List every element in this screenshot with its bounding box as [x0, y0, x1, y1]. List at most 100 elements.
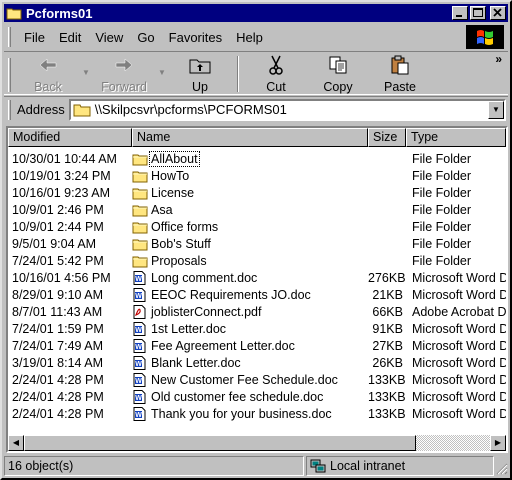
resize-grip[interactable] — [494, 456, 508, 476]
file-size: 26KB — [372, 355, 403, 370]
file-name: Fee Agreement Letter.doc — [151, 338, 295, 353]
file-type: File Folder — [412, 202, 472, 217]
file-size: 66KB — [372, 304, 403, 319]
paste-button[interactable]: Paste — [369, 52, 431, 94]
scroll-right-button[interactable]: ▶ — [490, 435, 506, 451]
file-type: File Folder — [412, 219, 472, 234]
copy-button[interactable]: Copy — [307, 52, 369, 94]
address-dropdown-button[interactable]: ▼ — [488, 100, 504, 119]
forward-button[interactable]: Forward — [93, 52, 155, 94]
file-type: File Folder — [412, 151, 472, 166]
paste-label: Paste — [384, 80, 416, 94]
up-button[interactable]: Up — [169, 52, 231, 94]
menu-view[interactable]: View — [88, 30, 130, 45]
file-row[interactable]: 8/29/01 9:10 AM W EEOC Requirements JO.doc… — [8, 286, 506, 303]
folder-icon — [132, 205, 148, 216]
file-name-cell[interactable]: W EEOC Requirements JO.doc — [130, 287, 368, 302]
file-size: 133KB — [368, 372, 406, 387]
file-row[interactable]: 10/9/01 2:44 PM Office forms File Folder — [8, 218, 506, 235]
menu-bar: File Edit View Go Favorites Help — [4, 24, 508, 50]
column-header-name[interactable]: Name — [132, 128, 368, 147]
file-name-cell[interactable]: HowTo — [130, 169, 368, 183]
file-name: EEOC Requirements JO.doc — [151, 287, 311, 302]
file-row[interactable]: 7/24/01 1:59 PM W 1st Letter.doc 91KB Micros… — [8, 320, 506, 337]
file-row[interactable]: 10/16/01 9:23 AM License File Folder — [8, 184, 506, 201]
scroll-left-button[interactable]: ◀ — [8, 435, 24, 451]
menu-go[interactable]: Go — [130, 30, 161, 45]
menu-file[interactable]: File — [17, 30, 52, 45]
file-row[interactable]: 8/7/01 11:43 AM joblisterConnect.pdf 66KB A… — [8, 303, 506, 320]
file-name-cell[interactable]: License — [130, 186, 368, 200]
file-row[interactable]: 7/24/01 5:42 PM Proposals File Folder — [8, 252, 506, 269]
forward-dropdown[interactable]: ▼ — [155, 52, 169, 77]
menu-edit[interactable]: Edit — [52, 30, 88, 45]
folder-icon — [132, 188, 148, 199]
maximize-button[interactable] — [470, 6, 486, 20]
file-name-cell[interactable]: AllAbout — [130, 150, 368, 167]
title-bar[interactable]: Pcforms01 — [4, 4, 508, 22]
svg-text:W: W — [135, 378, 142, 385]
column-header-size[interactable]: Size — [368, 128, 406, 147]
word-doc-icon: W — [133, 406, 146, 421]
column-header-modified[interactable]: Modified — [8, 128, 132, 147]
file-name-cell[interactable]: W 1st Letter.doc — [130, 321, 368, 336]
horizontal-scrollbar[interactable]: ◀ ▶ — [8, 435, 506, 451]
file-row[interactable]: 2/24/01 4:28 PM W Old customer fee schedul… — [8, 388, 506, 405]
file-row[interactable]: 3/19/01 8:14 AM W Blank Letter.doc 26KB Micr… — [8, 354, 506, 371]
file-name-cell[interactable]: Asa — [130, 203, 368, 217]
address-input[interactable]: \\Skilpcsvr\pcforms\PCFORMS01 ▼ — [68, 98, 506, 121]
file-row[interactable]: 9/5/01 9:04 AM Bob's Stuff File Folder — [8, 235, 506, 252]
file-name-cell[interactable]: W New Customer Fee Schedule.doc — [130, 372, 368, 387]
file-name-cell[interactable]: Proposals — [130, 254, 368, 268]
file-row[interactable]: 10/19/01 3:24 PM HowTo File Folder — [8, 167, 506, 184]
file-name: AllAbout — [149, 150, 200, 167]
cut-button[interactable]: Cut — [245, 52, 307, 94]
file-row[interactable]: 10/30/01 10:44 AM AllAbout File Folder — [8, 150, 506, 167]
file-size: 133KB — [368, 389, 406, 404]
file-modified: 10/30/01 10:44 AM — [12, 151, 117, 166]
file-name-cell[interactable]: Office forms — [130, 220, 368, 234]
folder-icon — [132, 154, 148, 165]
up-label: Up — [192, 80, 208, 94]
scroll-track[interactable] — [24, 435, 490, 451]
word-doc-icon: W — [133, 270, 146, 285]
file-name: License — [151, 185, 195, 200]
copy-icon — [329, 56, 347, 74]
column-header-type[interactable]: Type — [406, 128, 506, 147]
file-type: Microsoft Word D — [412, 338, 506, 353]
file-name-cell[interactable]: joblisterConnect.pdf — [130, 304, 368, 319]
file-name-cell[interactable]: W Thank you for your business.doc — [130, 406, 368, 421]
close-button[interactable] — [490, 6, 506, 20]
word-doc-icon: W — [133, 389, 146, 404]
svg-text:W: W — [135, 327, 142, 334]
status-zone: Local intranet — [306, 456, 494, 476]
word-doc-icon: W — [133, 287, 146, 302]
menu-grip[interactable] — [8, 27, 11, 47]
file-row[interactable]: 2/24/01 4:28 PM W New Customer Fee Schedul… — [8, 371, 506, 388]
toolbar-grip[interactable] — [8, 58, 11, 92]
file-size: 21KB — [372, 287, 403, 302]
file-list[interactable]: Modified Name Size Type 10/30/01 10:44 A… — [6, 126, 508, 453]
file-name-cell[interactable]: W Blank Letter.doc — [130, 355, 368, 370]
file-modified: 7/24/01 1:59 PM — [12, 321, 104, 336]
file-name-cell[interactable]: Bob's Stuff — [130, 237, 368, 251]
word-doc-icon: W — [133, 338, 146, 353]
file-name-cell[interactable]: W Fee Agreement Letter.doc — [130, 338, 368, 353]
address-value: \\Skilpcsvr\pcforms\PCFORMS01 — [94, 102, 287, 117]
menu-help[interactable]: Help — [229, 30, 270, 45]
back-dropdown[interactable]: ▼ — [79, 52, 93, 77]
file-row[interactable]: 10/9/01 2:46 PM Asa File Folder — [8, 201, 506, 218]
file-row[interactable]: 7/24/01 7:49 AM W Fee Agreement Letter.doc… — [8, 337, 506, 354]
file-name-cell[interactable]: W Long comment.doc — [130, 270, 368, 285]
address-grip[interactable] — [8, 99, 11, 120]
file-row[interactable]: 10/16/01 4:56 PM W Long comment.doc 276KB Mi… — [8, 269, 506, 286]
scroll-thumb[interactable] — [24, 435, 416, 451]
file-name-cell[interactable]: W Old customer fee schedule.doc — [130, 389, 368, 404]
file-modified: 10/9/01 2:44 PM — [12, 219, 104, 234]
file-row[interactable]: 2/24/01 4:28 PM W Thank you for your busin… — [8, 405, 506, 422]
toolbar-more-button[interactable]: » — [495, 52, 502, 66]
menu-favorites[interactable]: Favorites — [162, 30, 229, 45]
minimize-button[interactable] — [452, 6, 468, 20]
word-doc-icon: W — [133, 355, 146, 370]
back-button[interactable]: Back — [17, 52, 79, 94]
